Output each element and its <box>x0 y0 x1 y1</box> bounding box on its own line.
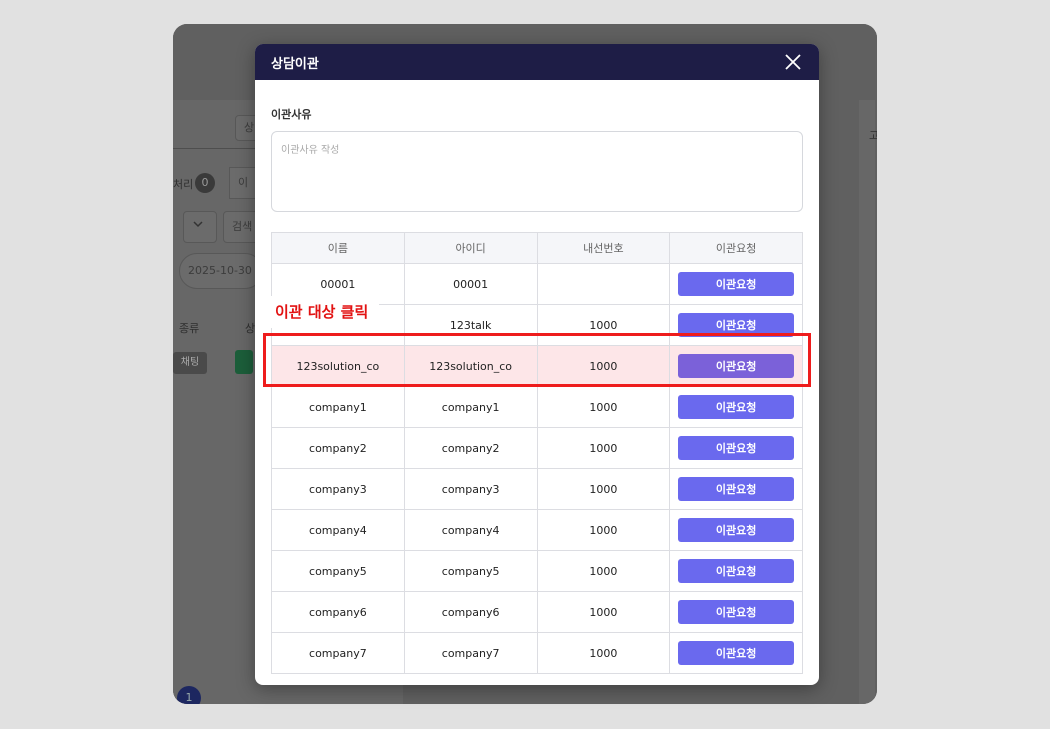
cell-id: company4 <box>403 509 538 551</box>
cell-extension: 1000 <box>536 427 671 469</box>
transfer-request-button[interactable]: 이관요청 <box>678 313 795 337</box>
cell-name: company2 <box>271 427 405 469</box>
transfer-request-button[interactable]: 이관요청 <box>678 518 795 542</box>
table-row: company7 company7 1000 이관요청 <box>271 632 803 674</box>
cell-action: 이관요청 <box>669 345 803 387</box>
cell-id: company6 <box>403 591 538 633</box>
background-status-tag <box>235 350 253 374</box>
cell-extension: 1000 <box>536 345 671 387</box>
background-row-type: 채팅 <box>173 352 207 374</box>
background-processed-label: 처리 <box>173 178 194 191</box>
column-header-transfer: 이관요청 <box>669 232 803 264</box>
cell-extension: 1000 <box>536 386 671 428</box>
cell-action: 이관요청 <box>669 427 803 469</box>
cell-id: 123solution_co <box>403 345 538 387</box>
table-row-highlighted: 123solution_co 123solution_co 1000 이관요청 <box>271 345 803 387</box>
background-date-chip: 2025-10-30 <box>179 253 263 289</box>
cell-id: company5 <box>403 550 538 592</box>
cell-extension: 1000 <box>536 468 671 510</box>
cell-id: company3 <box>403 468 538 510</box>
transfer-request-button[interactable]: 이관요청 <box>678 436 795 460</box>
modal-title: 상담이관 <box>271 56 319 72</box>
cell-id: company7 <box>403 632 538 674</box>
close-icon <box>785 54 801 70</box>
transfer-request-button[interactable]: 이관요청 <box>678 600 795 624</box>
cell-extension: 1000 <box>536 509 671 551</box>
cell-action: 이관요청 <box>669 550 803 592</box>
cell-extension: 1000 <box>536 550 671 592</box>
cell-id: company2 <box>403 427 538 469</box>
table-row: company6 company6 1000 이관요청 <box>271 591 803 633</box>
cell-action: 이관요청 <box>669 386 803 428</box>
table-row: company2 company2 1000 이관요청 <box>271 427 803 469</box>
cell-extension <box>536 263 671 305</box>
transfer-request-button[interactable]: 이관요청 <box>678 354 795 378</box>
chevron-down-icon <box>193 221 203 228</box>
cell-extension: 1000 <box>536 591 671 633</box>
cell-name: company4 <box>271 509 405 551</box>
cell-id: company1 <box>403 386 538 428</box>
transfer-request-button[interactable]: 이관요청 <box>678 641 795 665</box>
annotation-callout: 이관 대상 클릭 <box>267 296 379 328</box>
background-right-tab: 고 <box>869 129 877 142</box>
cell-action: 이관요청 <box>669 632 803 674</box>
table-row: company1 company1 1000 이관요청 <box>271 386 803 428</box>
background-processed-count: 0 <box>195 173 215 193</box>
background-page-number: 1 <box>177 686 201 704</box>
table-row: company5 company5 1000 이관요청 <box>271 550 803 592</box>
cell-name: company7 <box>271 632 405 674</box>
cell-name: company5 <box>271 550 405 592</box>
close-button[interactable] <box>783 52 803 72</box>
cell-action: 이관요청 <box>669 509 803 551</box>
column-header-name: 이름 <box>271 232 405 264</box>
cell-action: 이관요청 <box>669 468 803 510</box>
modal-body: 이관사유 이름 아이디 내선번호 이관요청 00001 00001 이관요청 <box>255 106 819 674</box>
table-header-row: 이름 아이디 내선번호 이관요청 <box>271 232 803 264</box>
background-right-panel <box>859 100 875 704</box>
column-header-id: 아이디 <box>403 232 538 264</box>
background-dropdown <box>183 211 217 243</box>
cell-action: 이관요청 <box>669 304 803 346</box>
background-col-type: 종류 <box>179 322 200 335</box>
transfer-request-button[interactable]: 이관요청 <box>678 395 795 419</box>
table-row: company3 company3 1000 이관요청 <box>271 468 803 510</box>
transfer-modal: 상담이관 이관사유 이름 아이디 내선번호 이관요청 00001 00001 <box>255 44 819 685</box>
cell-name: company3 <box>271 468 405 510</box>
cell-action: 이관요청 <box>669 591 803 633</box>
cell-name: 123solution_co <box>271 345 405 387</box>
cell-name: company6 <box>271 591 405 633</box>
reason-input[interactable] <box>271 131 803 212</box>
column-header-extension: 내선번호 <box>536 232 671 264</box>
cell-extension: 1000 <box>536 632 671 674</box>
transfer-request-button[interactable]: 이관요청 <box>678 559 795 583</box>
background-col-status: 상 <box>245 322 256 335</box>
transfer-request-button[interactable]: 이관요청 <box>678 272 795 296</box>
cell-name: company1 <box>271 386 405 428</box>
table-row: company4 company4 1000 이관요청 <box>271 509 803 551</box>
cell-extension: 1000 <box>536 304 671 346</box>
transfer-request-button[interactable]: 이관요청 <box>678 477 795 501</box>
cell-id: 00001 <box>403 263 538 305</box>
cell-action: 이관요청 <box>669 263 803 305</box>
reason-label: 이관사유 <box>271 108 312 121</box>
modal-header: 상담이관 <box>255 44 819 80</box>
cell-id: 123talk <box>403 304 538 346</box>
